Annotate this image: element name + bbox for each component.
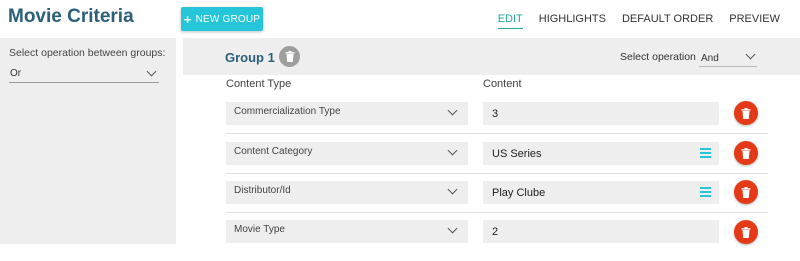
- group-title: Group 1: [225, 50, 275, 65]
- tab-preview[interactable]: PREVIEW: [729, 13, 780, 29]
- content-input[interactable]: Play Clube: [483, 181, 719, 204]
- delete-group-button[interactable]: [279, 46, 300, 67]
- delete-row-button[interactable]: [734, 220, 758, 244]
- trash-icon: [741, 226, 751, 238]
- select-operation-label: Select operation: [620, 51, 696, 63]
- tab-default-order[interactable]: DEFAULT ORDER: [622, 13, 713, 29]
- content-value: Play Clube: [492, 187, 546, 199]
- content-type-header: Content Type: [226, 78, 292, 90]
- chevron-down-icon: [447, 184, 458, 195]
- content-value: 2: [492, 226, 499, 238]
- new-group-label: NEW GROUP: [195, 13, 261, 25]
- content-type-select[interactable]: Movie Type: [226, 220, 468, 243]
- select-operation-dropdown[interactable]: And: [699, 49, 757, 67]
- chevron-down-icon: [447, 105, 458, 116]
- content-value: 3: [492, 108, 499, 120]
- content-type-select[interactable]: Commercialization Type: [226, 102, 468, 125]
- chevron-down-icon: [447, 223, 458, 234]
- row-divider: [226, 212, 768, 213]
- content-input[interactable]: US Series: [483, 142, 719, 165]
- content-type-value: Commercialization Type: [234, 106, 341, 117]
- group-operation-value: Or: [10, 68, 22, 79]
- sidebar: Select operation between groups: Or: [0, 38, 176, 244]
- group-panel: Group 1 Select operation And Content Typ…: [183, 38, 800, 246]
- trash-icon: [741, 186, 751, 198]
- tab-highlights[interactable]: HIGHLIGHTS: [539, 13, 606, 29]
- trash-icon: [741, 107, 751, 119]
- content-type-value: Distributor/Id: [234, 185, 291, 196]
- content-type-value: Movie Type: [234, 224, 285, 235]
- plus-icon: +: [183, 11, 192, 27]
- group-operation-label: Select operation between groups:: [9, 47, 166, 59]
- list-icon[interactable]: [700, 148, 711, 158]
- content-type-value: Content Category: [234, 146, 313, 157]
- page-title: Movie Criteria: [8, 6, 134, 27]
- content-header: Content: [483, 78, 522, 90]
- content-type-select[interactable]: Distributor/Id: [226, 181, 468, 204]
- content-value: US Series: [492, 148, 542, 160]
- tab-edit[interactable]: EDIT: [497, 13, 523, 29]
- trash-icon: [285, 51, 294, 62]
- group-operation-select[interactable]: Or: [9, 65, 159, 83]
- chevron-down-icon: [745, 49, 756, 60]
- delete-row-button[interactable]: [734, 141, 758, 165]
- content-input[interactable]: 2: [483, 220, 719, 243]
- content-input[interactable]: 3: [483, 102, 719, 125]
- content-type-select[interactable]: Content Category: [226, 142, 468, 165]
- list-icon[interactable]: [700, 187, 711, 197]
- select-operation-value: And: [701, 53, 719, 64]
- row-divider: [226, 173, 768, 174]
- row-divider: [226, 133, 768, 134]
- delete-row-button[interactable]: [734, 180, 758, 204]
- chevron-down-icon: [447, 145, 458, 156]
- delete-row-button[interactable]: [734, 101, 758, 125]
- trash-icon: [741, 147, 751, 159]
- new-group-button[interactable]: + NEW GROUP: [181, 7, 263, 31]
- chevron-down-icon: [146, 66, 157, 77]
- top-navigation: EDIT HIGHLIGHTS DEFAULT ORDER PREVIEW: [497, 13, 780, 29]
